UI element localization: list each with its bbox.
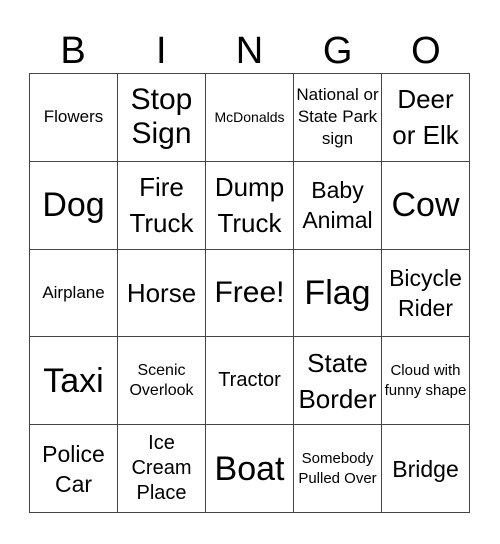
cell-label: Boat	[214, 449, 285, 488]
cell-label: Dog	[42, 186, 105, 225]
header-letter-n: N	[235, 30, 264, 72]
cell-label: Flowers	[43, 107, 104, 127]
bingo-cell-r1c4[interactable]: National or State Park sign	[294, 74, 382, 162]
bingo-cell-r5c1[interactable]: Police Car	[30, 425, 118, 513]
cell-label: Free!	[214, 275, 285, 309]
cell-label: Baby Animal	[302, 177, 373, 234]
cell-label: Tractor	[218, 369, 281, 392]
cell-label: State Border	[298, 347, 377, 414]
bingo-cell-r4c2[interactable]: Scenic Overlook	[118, 337, 206, 426]
bingo-cell-r3c3[interactable]: Free!	[206, 249, 294, 338]
cell-label: Fire Truck	[129, 172, 194, 239]
bingo-cell-r2c1[interactable]: Dog	[30, 161, 118, 250]
cell-label: Deer or Elk	[392, 84, 459, 151]
cell-label: Flag	[304, 273, 371, 312]
bingo-cell-r5c5[interactable]: Bridge	[382, 425, 470, 513]
cell-label: Stop Sign	[130, 83, 193, 151]
cell-label: Scenic Overlook	[129, 361, 194, 399]
cell-label: McDonalds	[214, 109, 285, 126]
bingo-cell-r5c3[interactable]: Boat	[206, 425, 294, 513]
cell-label: National or State Park sign	[296, 85, 379, 149]
bingo-cell-r4c5[interactable]: Cloud with funny shape	[382, 337, 470, 426]
bingo-cell-r2c2[interactable]: Fire Truck	[118, 161, 206, 250]
cell-label: Cloud with funny shape	[384, 361, 467, 399]
bingo-cell-r5c2[interactable]: Ice Cream Place	[118, 425, 206, 513]
cell-label: Cow	[391, 186, 460, 225]
cell-label: Police Car	[42, 440, 105, 497]
bingo-cell-r3c2[interactable]: Horse	[118, 249, 206, 338]
header-letter-o: O	[411, 30, 441, 72]
cell-label: Horse	[126, 277, 197, 308]
cell-label: Taxi	[43, 361, 104, 400]
bingo-cell-r2c5[interactable]: Cow	[382, 161, 470, 250]
bingo-header: B I N G O	[29, 28, 470, 74]
header-letter-b: B	[60, 30, 86, 72]
bingo-cell-r1c3[interactable]: McDonalds	[206, 74, 294, 162]
bingo-card-grid: Flowers Stop Sign McDonalds National or …	[29, 73, 470, 513]
bingo-cell-r1c2[interactable]: Stop Sign	[118, 74, 206, 162]
cell-label: Bridge	[392, 455, 459, 482]
cell-label: Airplane	[42, 282, 105, 302]
bingo-cell-r2c3[interactable]: Dump Truck	[206, 161, 294, 250]
header-letter-g: G	[322, 30, 353, 72]
bingo-cell-r3c1[interactable]: Airplane	[30, 249, 118, 338]
cell-label: Bicycle Rider	[389, 264, 462, 321]
cell-label: Ice Cream Place	[131, 432, 192, 505]
header-letter-i: I	[156, 30, 167, 72]
cell-label: Somebody Pulled Over	[298, 449, 377, 487]
bingo-cell-r5c4[interactable]: Somebody Pulled Over	[294, 425, 382, 513]
bingo-cell-r4c3[interactable]: Tractor	[206, 337, 294, 426]
bingo-cell-r3c4[interactable]: Flag	[294, 249, 382, 338]
bingo-cell-r4c4[interactable]: State Border	[294, 337, 382, 426]
bingo-cell-r4c1[interactable]: Taxi	[30, 337, 118, 426]
bingo-cell-r2c4[interactable]: Baby Animal	[294, 161, 382, 250]
bingo-cell-r1c5[interactable]: Deer or Elk	[382, 74, 470, 162]
bingo-cell-r1c1[interactable]: Flowers	[30, 74, 118, 162]
bingo-cell-r3c5[interactable]: Bicycle Rider	[382, 249, 470, 338]
cell-label: Dump Truck	[214, 172, 285, 239]
